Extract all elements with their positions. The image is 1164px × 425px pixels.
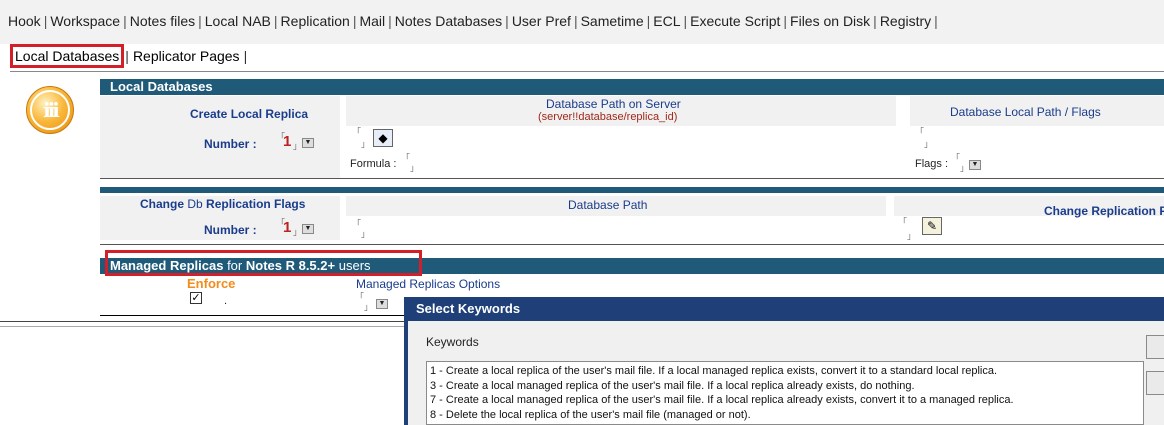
tab-notes-files[interactable]: Notes files [130, 13, 195, 29]
keywords-label: Keywords [426, 335, 479, 349]
tab-separator: | [123, 13, 127, 29]
select-keywords-dialog: Select Keywords Keywords 1 - Create a lo… [404, 297, 1164, 425]
tab-local-nab[interactable]: Local NAB [205, 13, 271, 29]
dialog-title-bar[interactable]: Select Keywords [408, 297, 1164, 321]
field-open-bracket: 「 [951, 153, 961, 163]
field-close-bracket: 」 [361, 229, 371, 239]
field-open-bracket: 「 [401, 153, 411, 163]
field-close-bracket: 」 [960, 163, 970, 173]
field-open-bracket: 「 [352, 127, 362, 137]
tab-separator: | [243, 48, 248, 64]
number-dropdown-icon[interactable]: ▼ [302, 224, 314, 234]
field-close-bracket: 」 [361, 139, 371, 149]
database-path-title: Database Path [568, 198, 648, 212]
tab-separator: | [388, 13, 392, 29]
create-local-replica-label: Create Local Replica [190, 107, 309, 121]
field-close-bracket: 」 [293, 141, 303, 151]
keywords-listbox[interactable]: 1 - Create a local replica of the user's… [426, 361, 1144, 425]
number-value[interactable]: 1 [283, 133, 291, 150]
local-path-title: Database Local Path / Flags [950, 105, 1101, 119]
tab-separator: | [505, 13, 509, 29]
section-divider [100, 244, 1164, 245]
db-word: Db [187, 197, 203, 211]
change-word: Change [140, 197, 185, 211]
lotus-notes-logo-icon: iii [26, 86, 74, 134]
tab-separator: | [273, 13, 278, 29]
number-value[interactable]: 1 [283, 219, 291, 236]
field-close-bracket: 」 [924, 139, 934, 149]
field-close-bracket: 」 [410, 163, 420, 173]
enforce-checkbox[interactable]: ✓ [190, 292, 202, 304]
tab-workspace[interactable]: Workspace [50, 13, 120, 29]
tab-separator: | [683, 13, 688, 29]
number-label: Number : [204, 223, 257, 237]
list-item[interactable]: 8 - Delete the local replica of the user… [430, 408, 1140, 423]
replication-flags-words: Replication Flags [206, 197, 306, 211]
tab-user-pref[interactable]: User Pref [512, 13, 571, 29]
highlight-box [105, 250, 422, 276]
tab-notes-databases[interactable]: Notes Databases [395, 13, 502, 29]
tab-separator: | [783, 13, 788, 29]
edit-pencil-icon[interactable]: ✎ [922, 217, 942, 235]
list-item[interactable]: 1 - Create a local replica of the user's… [430, 364, 1140, 379]
path-server-hint: (server!!database/replica_id) [538, 111, 678, 123]
local-databases-header: Local Databases [100, 79, 1164, 95]
number-label: Number : [204, 137, 257, 151]
field-open-bracket: 「 [355, 292, 365, 302]
options-dropdown-icon[interactable]: ▼ [376, 299, 388, 309]
sub-tabs-divider [10, 71, 1164, 72]
tab-replicator-pages[interactable]: Replicator Pages [130, 46, 243, 66]
tab-files-on-disk[interactable]: Files on Disk [790, 13, 870, 29]
tab-replication[interactable]: Replication [281, 13, 350, 29]
tab-separator: | [873, 13, 877, 29]
field-open-bracket: 「 [352, 219, 362, 229]
tab-separator: | [43, 13, 48, 29]
tab-separator: | [198, 13, 202, 29]
tab-registry[interactable]: Registry [880, 13, 931, 29]
list-item[interactable]: 7 - Create a local managed replica of th… [430, 393, 1140, 408]
field-open-bracket: 「 [898, 217, 908, 227]
change-flags-label: Change Db Replication Flags [140, 197, 305, 211]
section-divider [100, 315, 404, 316]
managed-options-label: Managed Replicas Options [356, 277, 501, 291]
tab-hook[interactable]: Hook [8, 13, 41, 29]
number-dropdown-icon[interactable]: ▼ [302, 138, 314, 148]
tab-separator: | [352, 13, 357, 29]
tab-separator: | [646, 13, 651, 29]
tab-execute-script[interactable]: Execute Script [690, 13, 780, 29]
section-divider [100, 178, 1164, 179]
checkbox-dot: . [224, 295, 228, 307]
flags-label: Flags : [915, 158, 949, 170]
page-divider [0, 326, 404, 327]
tab-sametime[interactable]: Sametime [581, 13, 644, 29]
field-close-bracket: 」 [293, 227, 303, 237]
change-replication-title: Change Replication F [1044, 204, 1164, 218]
formula-label: Formula : [350, 158, 397, 170]
field-close-bracket: 」 [364, 302, 374, 312]
cancel-button[interactable] [1146, 371, 1164, 395]
database-picker-icon[interactable]: ◆ [373, 129, 393, 147]
ok-button[interactable] [1146, 335, 1164, 359]
tab-ecl[interactable]: ECL [653, 13, 680, 29]
tab-local-databases[interactable]: Local Databases [10, 44, 125, 68]
change-flags-header [100, 187, 1164, 193]
enforce-label: Enforce [187, 276, 236, 291]
field-open-bracket: 「 [915, 127, 925, 137]
list-item[interactable]: 3 - Create a local managed replica of th… [430, 379, 1140, 394]
flags-dropdown-icon[interactable]: ▼ [969, 160, 981, 170]
top-tabs: Hook | Workspace | Notes files | Local NAB | Rep… [8, 13, 941, 29]
tab-separator: | [573, 13, 578, 29]
page-divider [0, 321, 404, 322]
tab-separator: | [934, 13, 938, 29]
path-server-title: Database Path on Server [546, 97, 681, 111]
field-close-bracket: 」 [907, 231, 917, 241]
top-tab-bar: Hook | Workspace | Notes files | Local NAB | Rep… [0, 0, 1164, 44]
sub-tabs: Local Databases | Replicator Pages | [10, 44, 248, 72]
tab-mail[interactable]: Mail [359, 13, 385, 29]
